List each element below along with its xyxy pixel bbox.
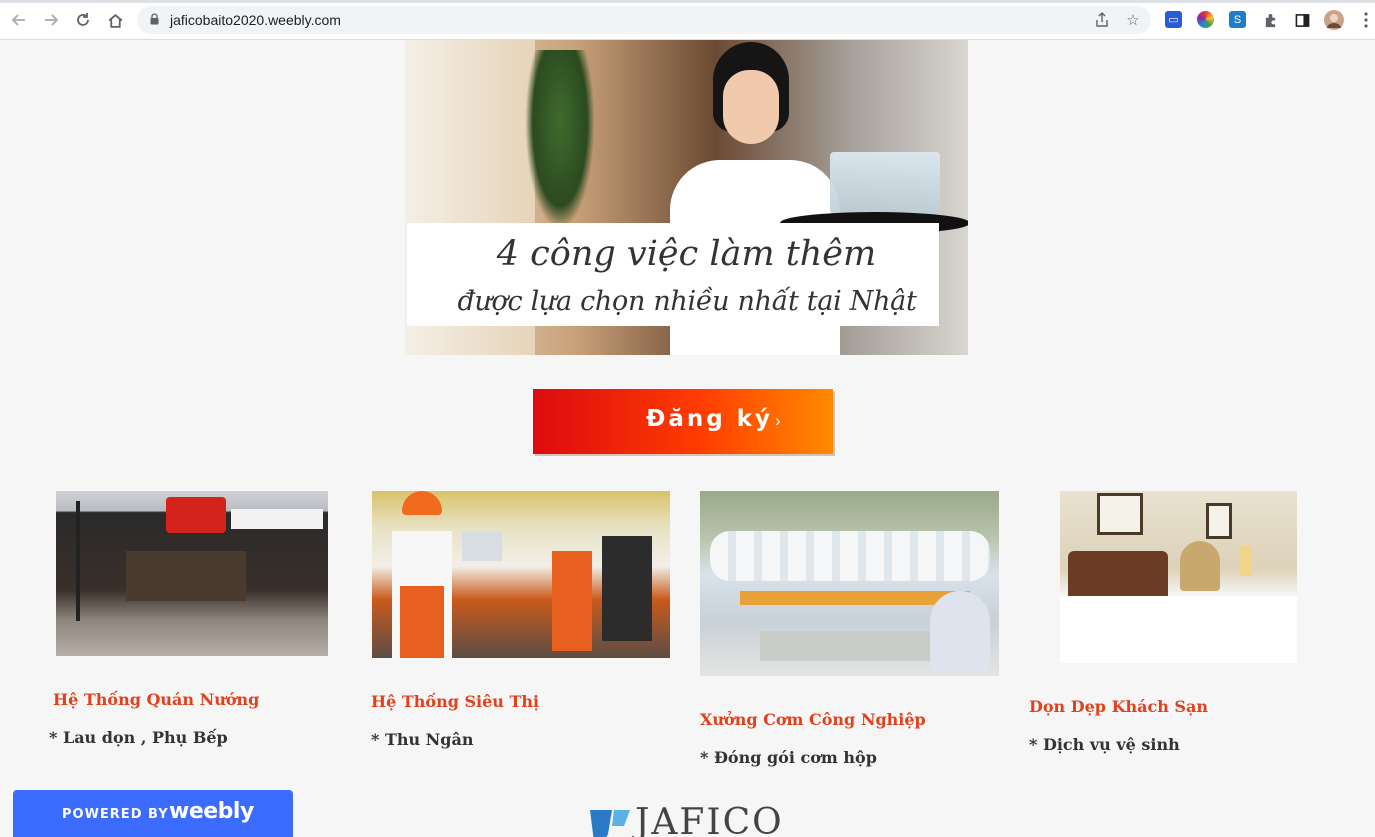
register-button[interactable]: Đăng ký ›	[533, 389, 833, 454]
job-desc-3: * Đóng gói cơm hộp	[700, 748, 877, 767]
job-title-2: Hệ Thống Siêu Thị	[371, 692, 540, 711]
address-bar[interactable]: jaficobaito2020.weebly.com ☆	[137, 6, 1151, 34]
reload-icon[interactable]	[72, 9, 94, 31]
back-icon[interactable]	[8, 9, 30, 31]
jafico-logo-mark-icon	[590, 810, 630, 837]
jafico-logo: JAFICO	[588, 800, 788, 837]
home-icon[interactable]	[104, 9, 126, 31]
profile-avatar[interactable]	[1323, 9, 1345, 31]
jafico-logo-text: JAFICO	[635, 802, 784, 837]
lock-icon[interactable]	[150, 13, 159, 25]
job-title-3: Xưởng Cơm Công Nghiệp	[700, 710, 926, 729]
sidebar-icon[interactable]	[1291, 9, 1313, 31]
color-picker-icon[interactable]	[1197, 11, 1214, 28]
job-image-hotel-cleaning	[1060, 491, 1297, 663]
hero-glasses	[830, 152, 940, 214]
powered-by-weebly-badge[interactable]: POWERED BY weebly	[13, 790, 293, 837]
job-desc-4: * Dịch vụ vệ sinh	[1029, 735, 1180, 754]
job-image-supermarket	[372, 491, 670, 658]
hero-subheadline: được lựa chọn nhiều nhất tại Nhật	[457, 286, 917, 317]
url-text[interactable]: jaficobaito2020.weebly.com	[170, 12, 341, 28]
chevron-right-icon: ›	[775, 411, 781, 430]
menu-icon[interactable]	[1355, 9, 1375, 31]
hero-banner: 4 công việc làm thêm được lựa chọn nhiều…	[405, 40, 968, 355]
s-extension-icon[interactable]: S	[1229, 11, 1246, 28]
job-desc-1: * Lau dọn , Phụ Bếp	[49, 728, 228, 747]
job-title-4: Dọn Dẹp Khách Sạn	[1029, 697, 1208, 716]
forward-icon[interactable]	[40, 9, 62, 31]
job-image-food-factory	[700, 491, 999, 676]
star-icon[interactable]: ☆	[1124, 11, 1142, 29]
tab-strip-edge	[0, 0, 1375, 3]
puzzle-icon[interactable]	[1259, 9, 1281, 31]
register-button-label[interactable]: Đăng ký	[533, 406, 773, 432]
job-image-bbq-restaurant	[56, 491, 328, 656]
extension-icon[interactable]: ▭	[1165, 11, 1182, 28]
weebly-logo: weebly	[169, 799, 254, 824]
hero-headline: 4 công việc làm thêm	[496, 234, 877, 274]
job-title-1: Hệ Thống Quán Nướng	[53, 690, 260, 709]
share-icon[interactable]	[1093, 11, 1111, 29]
hero-plant	[525, 50, 595, 230]
browser-toolbar: jaficobaito2020.weebly.com ☆ ▭ S	[0, 0, 1375, 40]
job-desc-2: * Thu Ngân	[371, 730, 474, 749]
powered-by-label: POWERED BY	[62, 807, 169, 822]
hero-woman-face	[723, 70, 779, 144]
